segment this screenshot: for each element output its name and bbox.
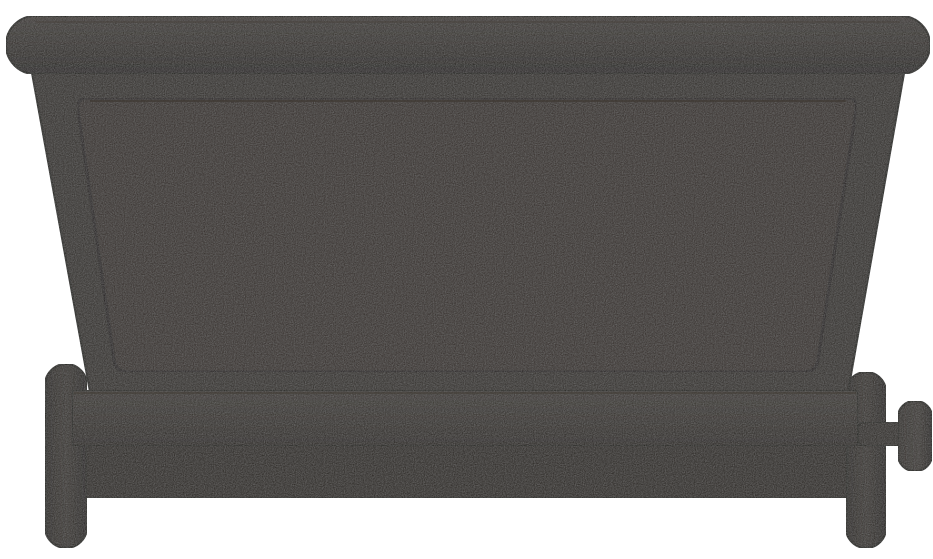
top-rim (5, 15, 931, 75)
cast-iron-fireplace-grate (0, 0, 933, 554)
grate-illustration (5, 15, 933, 549)
axle-knob (897, 400, 933, 472)
front-panel (76, 96, 858, 374)
lower-rail (79, 439, 861, 499)
front-cross-bar (71, 389, 859, 447)
